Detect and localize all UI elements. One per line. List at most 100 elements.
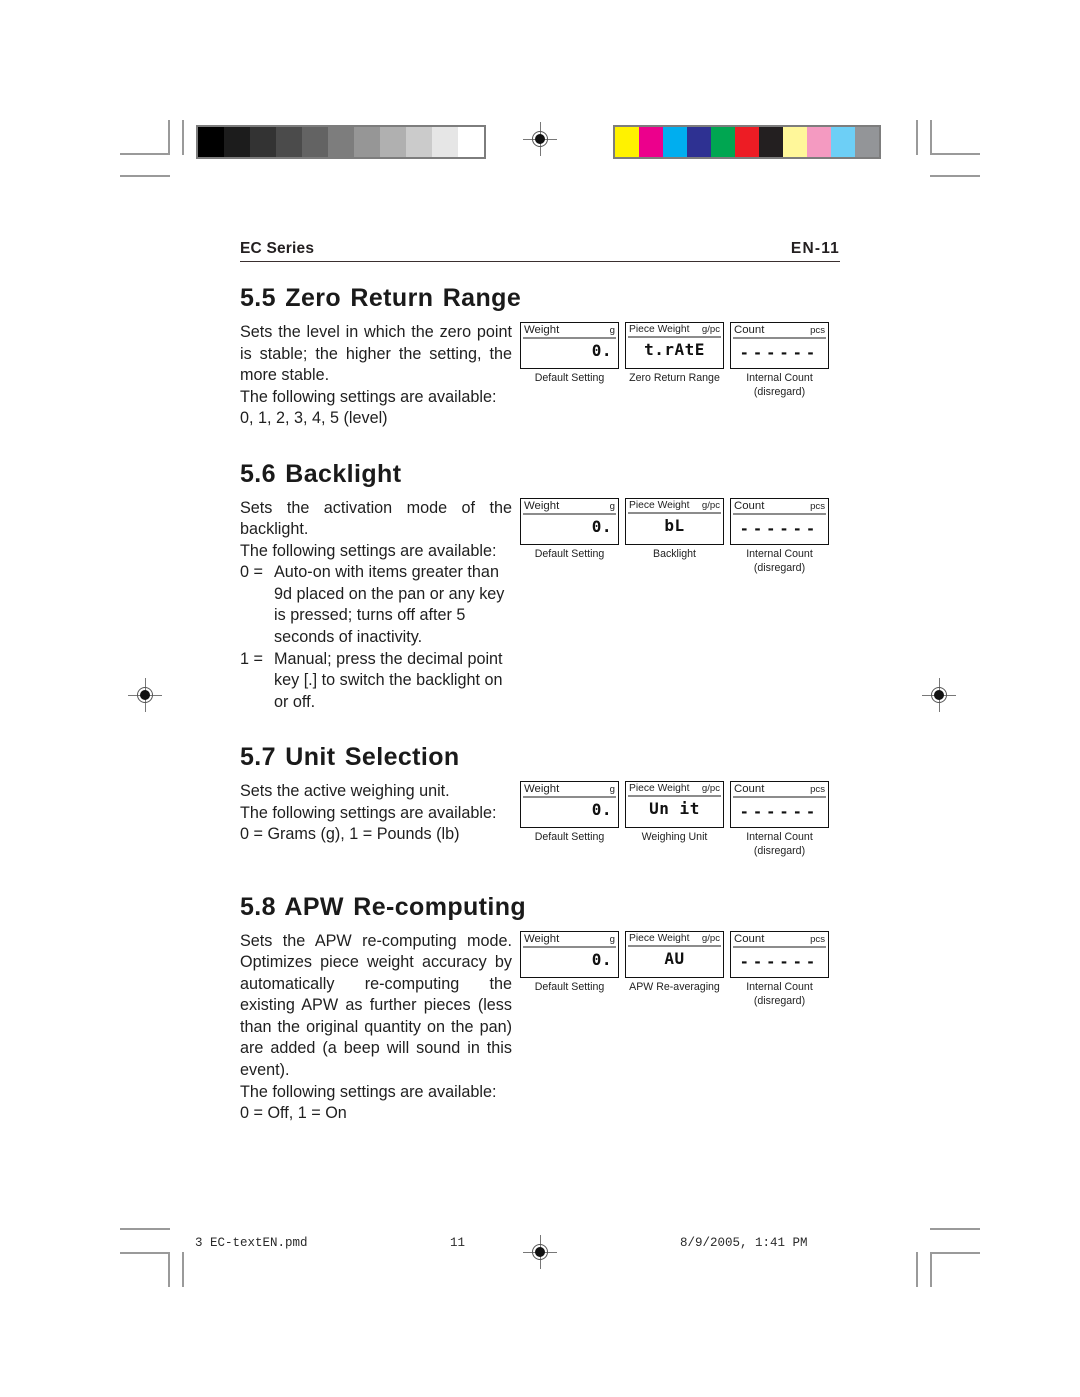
lcd-display-group: Weight g 0. Default Setting Piece Weight g/pc…	[520, 497, 829, 576]
lcd-unit-label: pcs	[810, 500, 825, 512]
paragraph: more stable.	[240, 366, 330, 385]
lcd-caption-main: Internal Count	[746, 831, 813, 844]
crop-mark-tl-v2	[182, 120, 184, 155]
lcd-screen: Count pcs ------	[730, 497, 829, 545]
calibration-swatch	[783, 127, 807, 157]
lcd-field-label: Weight	[524, 324, 560, 336]
lcd-caption: Default Setting	[520, 372, 619, 386]
print-footer: 3 EC-textEN.pmd 11 8/9/2005, 1:41 PM	[195, 1236, 885, 1250]
lcd-field-label: Count	[734, 499, 765, 512]
paragraph: The following settings are available:	[240, 387, 497, 406]
lcd-display-cell: Count pcs ------ Internal Count (disregard)	[730, 781, 829, 859]
calibration-swatch	[615, 127, 639, 157]
lcd-header: Weight g	[521, 932, 618, 946]
registration-target-top	[523, 122, 557, 156]
paragraph: The following settings are available:	[240, 541, 497, 560]
paragraph: Sets the activation mode of the	[240, 498, 512, 517]
lcd-display-group: Weight g 0. Default Setting Piece Weight g/pc…	[520, 322, 829, 400]
lcd-screen: Weight g 0.	[520, 322, 619, 369]
running-head: EC Series EN-11	[240, 240, 840, 261]
lcd-screen: Weight g 0.	[520, 781, 619, 829]
hanging-marker: 0 =	[240, 563, 263, 582]
lcd-field-label: Count	[734, 783, 765, 796]
lcd-header: Weight g	[521, 782, 618, 796]
calibration-swatch	[735, 127, 759, 157]
lcd-display-cell: Weight g 0. Default Setting	[520, 781, 619, 845]
lcd-field-label: Piece Weight	[629, 324, 690, 335]
section-copy: Sets the APW re-computing mode. Optimize…	[240, 931, 512, 1125]
section-title: 5.6 Backlight	[240, 459, 402, 488]
lcd-value: Un it	[649, 799, 700, 819]
lcd-screen: Weight g 0.	[520, 497, 619, 545]
crop-mark-tl-bar	[120, 175, 170, 177]
lcd-caption-sub: (disregard)	[753, 844, 806, 857]
section-5-5: 5.5 Zero Return Range Sets the level in w…	[240, 284, 840, 430]
crop-mark-br-v2	[916, 1252, 918, 1287]
section-5-6: 5.6 Backlight Sets the activation mode of…	[240, 460, 840, 713]
lcd-display-cell: Piece Weight g/pc bL Backlight	[625, 497, 724, 562]
lcd-caption-sub: (disregard)	[753, 561, 806, 574]
lcd-screen: Piece Weight g/pc t.rAtE	[625, 322, 724, 369]
registration-target-right	[922, 678, 956, 712]
lcd-screen: Count pcs ------	[730, 781, 829, 829]
lcd-header: Count pcs	[731, 782, 828, 796]
lcd-caption: Default Setting	[520, 548, 619, 562]
lcd-header: Weight g	[521, 323, 618, 337]
lcd-caption-main: Default Setting	[534, 372, 605, 384]
paragraph: Sets the active weighing unit.	[240, 782, 450, 801]
running-head-right: EN-11	[790, 240, 840, 257]
lcd-unit-label: pcs	[810, 933, 825, 945]
paragraph: The following settings are available:	[240, 803, 497, 822]
lcd-screen: Count pcs ------	[730, 930, 829, 978]
calibration-swatch	[380, 127, 406, 157]
lcd-unit-label: g/pc	[701, 499, 720, 511]
calibration-swatch	[250, 127, 276, 157]
lcd-screen: Weight g 0.	[520, 930, 619, 978]
lcd-screen: Piece Weight g/pc AU	[625, 930, 724, 978]
paragraph: event).	[240, 1061, 290, 1080]
lcd-header: Weight g	[521, 499, 618, 513]
crop-mark-tl-h	[120, 153, 170, 155]
lcd-field-label: Weight	[524, 499, 560, 512]
lcd-header: Count pcs	[731, 323, 828, 337]
lcd-screen: Count pcs ------	[730, 322, 829, 369]
calibration-swatch	[807, 127, 831, 157]
paragraph: 0, 1, 2, 3, 4, 5 (level)	[240, 409, 388, 428]
lcd-value: t.rAtE	[644, 339, 705, 359]
lcd-field-label: Count	[734, 932, 765, 945]
crop-mark-br-bar	[930, 1228, 980, 1230]
paragraph: 0 = Off, 1 = On	[240, 1104, 347, 1123]
lcd-display-group: Weight g 0. Default Setting Piece Weight g/pc…	[520, 930, 829, 1009]
calibration-swatch	[198, 127, 224, 157]
lcd-caption-main: Zero Return Range	[629, 372, 720, 384]
lcd-caption: Zero Return Range	[625, 372, 724, 386]
crop-mark-bl-v	[168, 1252, 170, 1287]
section-title: 5.5 Zero Return Range	[240, 284, 522, 312]
lcd-header: Piece Weight g/pc	[626, 932, 723, 945]
calibration-swatch	[711, 127, 735, 157]
lcd-display-cell: Piece Weight g/pc t.rAtE Zero Return Range	[625, 322, 724, 386]
lcd-header: Piece Weight g/pc	[626, 782, 723, 795]
crop-mark-tr-h	[930, 153, 980, 155]
grayscale-calibration-bar	[196, 125, 486, 159]
lcd-value: ------	[739, 519, 820, 538]
lcd-unit-label: g/pc	[701, 783, 720, 795]
paragraph: 0 = Grams (g), 1 = Pounds (lb)	[240, 825, 460, 844]
lcd-field-label: Count	[734, 324, 765, 336]
lcd-screen: Piece Weight g/pc Un it	[625, 781, 724, 829]
lcd-caption-sub: (disregard)	[753, 385, 806, 398]
lcd-value: 0.	[591, 949, 612, 969]
lcd-caption: Default Setting	[520, 831, 619, 845]
lcd-display-cell: Weight g 0. Default Setting	[520, 322, 619, 386]
hanging-text: Manual; press the decimal point key [.] …	[274, 649, 503, 711]
section-body: Sets the level in which the zero point i…	[240, 322, 840, 430]
hanging-marker: 1 =	[240, 649, 263, 668]
calibration-swatch	[224, 127, 250, 157]
crop-mark-br-h	[930, 1252, 980, 1254]
lcd-unit-label: g	[609, 933, 615, 945]
lcd-field-label: Piece Weight	[629, 499, 690, 511]
lcd-display-cell: Weight g 0. Default Setting	[520, 497, 619, 562]
color-calibration-bar	[613, 125, 881, 159]
lcd-header: Count pcs	[731, 499, 828, 513]
paragraph: The following settings are available:	[240, 1082, 497, 1101]
